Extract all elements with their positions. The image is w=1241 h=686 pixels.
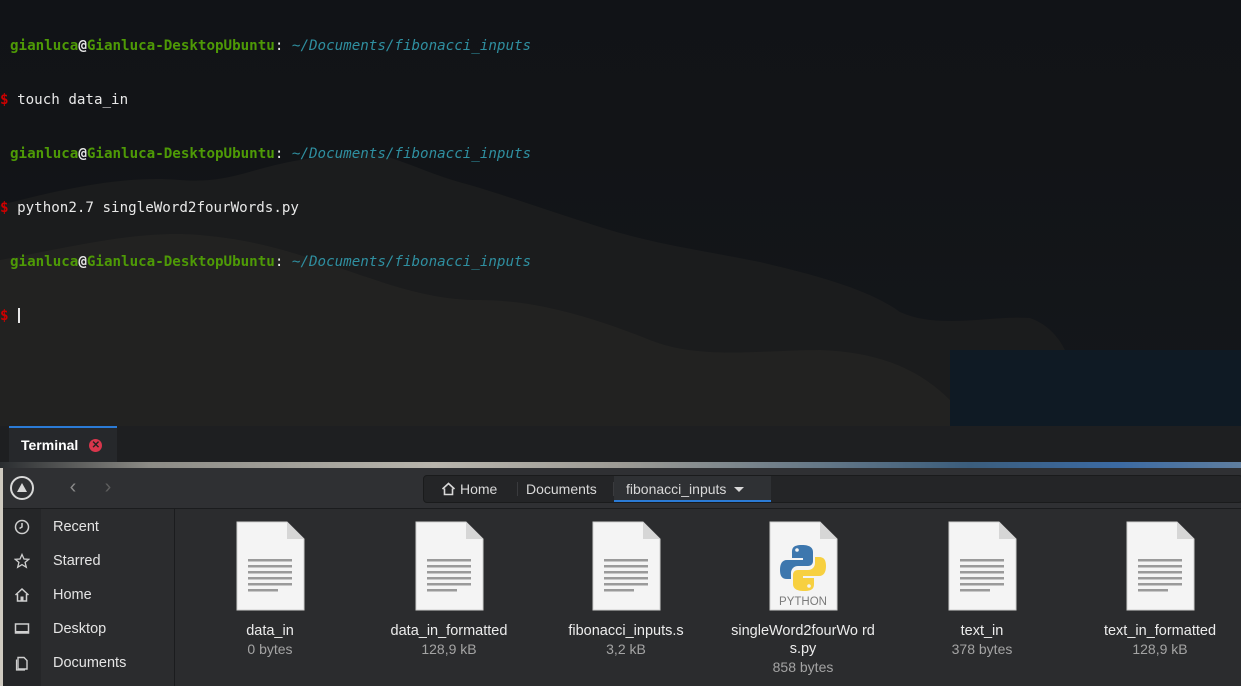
file-size: 128,9 kB — [421, 641, 477, 657]
file-manager-window: ‹ › Home Documents fibonacci_inputs Rece… — [0, 468, 1241, 686]
breadcrumb-current[interactable]: fibonacci_inputs — [614, 476, 771, 502]
text-cursor — [18, 308, 21, 323]
file-name: text_in_formatted — [1103, 623, 1217, 639]
sidebar-item-recent[interactable]: Recent — [3, 510, 174, 544]
command-line-1: $ touch data_in — [0, 91, 531, 109]
file-manager-headerbar: ‹ › Home Documents fibonacci_inputs — [3, 468, 1241, 509]
app-menu-icon[interactable] — [10, 476, 34, 500]
sidebar-item-label: Recent — [53, 519, 99, 535]
prompt-at: @ — [78, 254, 87, 270]
prompt-user: gianluca — [10, 146, 79, 162]
file-size: 3,2 kB — [606, 641, 646, 657]
file-item[interactable]: data_in 0 bytes — [195, 521, 345, 658]
prompt-host: Gianluca-DesktopUbuntu — [86, 254, 275, 270]
clock-icon — [3, 519, 41, 535]
prompt-dollar: $ — [0, 200, 9, 216]
text-file-icon — [592, 521, 661, 611]
prompt-path: ~/Documents/fibonacci_inputs — [283, 254, 532, 270]
prompt-user: gianluca — [10, 38, 79, 54]
text-file-icon — [415, 521, 484, 611]
breadcrumb-home-label: Home — [460, 481, 498, 497]
prompt-host: Gianluca-DesktopUbuntu — [86, 38, 275, 54]
command-text: python2.7 singleWord2fourWords.py — [17, 200, 299, 216]
breadcrumb-home[interactable]: Home — [441, 476, 497, 502]
sidebar-item-home[interactable]: Home — [3, 578, 174, 612]
prompt-line-1: gianluca@Gianluca-DesktopUbuntu: ~/Docum… — [0, 37, 531, 55]
command-line-2: $ python2.7 singleWord2fourWords.py — [0, 199, 531, 217]
file-name: data_in_formatted — [390, 623, 508, 639]
close-icon[interactable]: ✕ — [89, 438, 103, 452]
breadcrumb-current-label: fibonacci_inputs — [626, 481, 727, 497]
file-name: text_in — [960, 623, 1004, 639]
home-icon — [441, 482, 456, 496]
file-size: 858 bytes — [772, 659, 834, 675]
file-item[interactable]: text_in_formatted 128,9 kB — [1085, 521, 1235, 658]
file-size: 0 bytes — [247, 641, 293, 657]
file-size: 128,9 kB — [1132, 641, 1188, 657]
file-name: singleWord2fourWo rds.py — [731, 623, 875, 657]
prompt-user: gianluca — [10, 254, 79, 270]
terminal-window[interactable]: gianluca@Gianluca-DesktopUbuntu: ~/Docum… — [0, 0, 1241, 426]
breadcrumb-separator — [517, 482, 518, 496]
back-arrow-icon[interactable]: ‹ — [61, 476, 85, 500]
python-file-icon: PYTHON — [769, 521, 838, 611]
prompt-at: @ — [78, 146, 87, 162]
file-grid: data_in 0 bytes data_in_formatted 128,9 … — [175, 509, 1241, 686]
sidebar-item-label: Documents — [53, 655, 127, 671]
file-size: 378 bytes — [951, 641, 1013, 657]
prompt-dollar: $ — [0, 92, 9, 108]
sidebar-item-label: Desktop — [53, 621, 107, 637]
file-name: fibonacci_inputs.s — [568, 623, 684, 639]
command-text: touch data_in — [17, 92, 129, 108]
file-item[interactable]: text_in 378 bytes — [907, 521, 1057, 658]
tab-terminal[interactable]: Terminal ✕ — [9, 426, 117, 462]
prompt-at: @ — [78, 38, 87, 54]
prompt-dollar: $ — [0, 308, 9, 324]
star-icon — [3, 553, 41, 569]
sidebar-item-label: Starred — [53, 553, 101, 569]
command-line-3[interactable]: $ — [0, 307, 531, 325]
text-file-icon — [948, 521, 1017, 611]
terminal-tab-bar: Terminal ✕ — [0, 426, 1241, 463]
python-badge-label: PYTHON — [779, 596, 827, 608]
sidebar-item-label: Home — [53, 587, 92, 603]
breadcrumb-documents[interactable]: Documents — [526, 476, 597, 502]
prompt-host: Gianluca-DesktopUbuntu — [86, 146, 275, 162]
sidebar-item-starred[interactable]: Starred — [3, 544, 174, 578]
file-item[interactable]: data_in_formatted 128,9 kB — [374, 521, 524, 658]
prompt-line-2: gianluca@Gianluca-DesktopUbuntu: ~/Docum… — [0, 145, 531, 163]
documents-icon — [3, 655, 41, 671]
prompt-line-3: gianluca@Gianluca-DesktopUbuntu: ~/Docum… — [0, 253, 531, 271]
breadcrumb: Home Documents fibonacci_inputs — [423, 475, 1241, 503]
forward-arrow-icon[interactable]: › — [96, 476, 120, 500]
file-item[interactable]: fibonacci_inputs.s 3,2 kB — [551, 521, 701, 658]
dropdown-arrow-icon — [734, 487, 745, 492]
file-item[interactable]: PYTHON singleWord2fourWo rds.py 858 byte… — [728, 521, 878, 676]
text-file-icon — [236, 521, 305, 611]
home-icon — [3, 587, 41, 603]
terminal-output: gianluca@Gianluca-DesktopUbuntu: ~/Docum… — [0, 1, 531, 361]
sidebar: Recent Starred Home Desktop Documents — [3, 509, 175, 686]
tab-label: Terminal — [21, 437, 79, 453]
prompt-path: ~/Documents/fibonacci_inputs — [283, 38, 532, 54]
text-file-icon — [1126, 521, 1195, 611]
prompt-path: ~/Documents/fibonacci_inputs — [283, 146, 532, 162]
sidebar-item-desktop[interactable]: Desktop — [3, 612, 174, 646]
file-name: data_in — [246, 623, 294, 639]
desktop-icon — [3, 621, 41, 637]
sidebar-item-documents[interactable]: Documents — [3, 646, 174, 680]
